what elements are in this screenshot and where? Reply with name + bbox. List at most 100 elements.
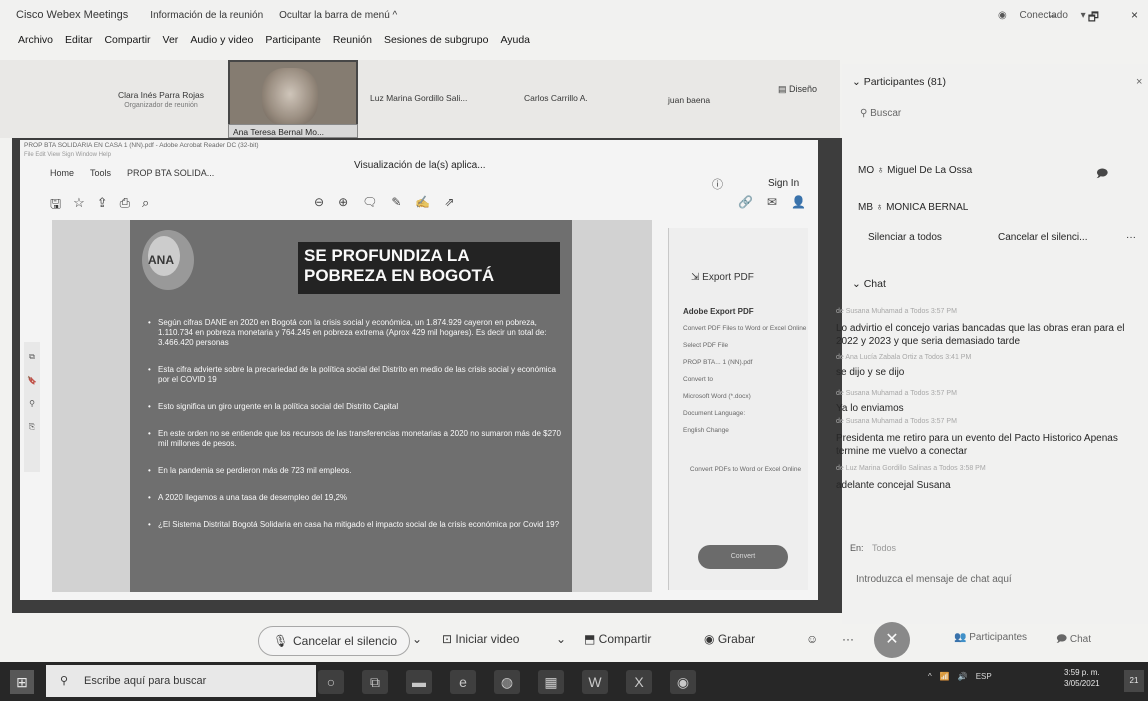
language-indicator[interactable]: ESP	[976, 672, 992, 681]
taskbar-clock[interactable]: 3:59 p. m. 3/05/2021	[1064, 667, 1100, 689]
hide-menu-button[interactable]: Ocultar la barra de menú ^	[279, 10, 397, 21]
share-button[interactable]: ⬒ Compartir	[584, 632, 651, 646]
record-label: Grabar	[717, 632, 756, 646]
store-icon[interactable]: ▦	[538, 670, 564, 694]
menu-sesiones[interactable]: Sesiones de subgrupo	[384, 34, 489, 54]
record-button[interactable]: ◉ Grabar	[704, 632, 755, 646]
slide-logo: ANA	[142, 230, 194, 290]
more-button[interactable]: ···	[842, 632, 854, 646]
word-icon[interactable]: W	[582, 670, 608, 694]
export-pdf-panel: ⇲ Export PDF Adobe Export PDF Convert PD…	[668, 228, 808, 590]
menu-compartir[interactable]: Compartir	[104, 34, 150, 54]
save-icon[interactable]: 🖫	[50, 195, 61, 217]
restore-button[interactable]: 🗗	[1088, 8, 1099, 29]
video-name-label: Ana Teresa Bernal Mo...	[228, 124, 358, 138]
participants-header[interactable]: ⌄ Participantes (81)	[852, 76, 946, 88]
participants-close-button[interactable]: ×	[1136, 76, 1142, 88]
recipient-label: En:	[850, 543, 864, 553]
chrome-icon[interactable]: ◍	[494, 670, 520, 694]
print-icon[interactable]: ⎙	[120, 195, 130, 217]
tab-home[interactable]: Home	[50, 168, 74, 178]
sign-icon[interactable]: ✍	[415, 195, 430, 209]
webex-icon[interactable]: ◉	[670, 670, 696, 694]
minimize-button[interactable]: –	[1049, 8, 1056, 29]
network-icon[interactable]: 📶	[940, 672, 950, 681]
participants-panel-button[interactable]: 👥 Participantes	[954, 632, 1027, 643]
menu-archivo[interactable]: Archivo	[18, 34, 53, 54]
chat-bubble-icon[interactable]: 🗩	[1096, 165, 1108, 184]
pen-icon[interactable]: ✎	[391, 195, 401, 209]
windows-start-icon[interactable]: ⊞	[10, 670, 34, 694]
leave-meeting-button[interactable]: ✕	[874, 622, 910, 658]
close-button[interactable]: ×	[1131, 8, 1138, 29]
participant-tile[interactable]: juan baena	[668, 95, 710, 105]
participant-tile-host[interactable]: Clara Inés Parra Rojas Organizador de re…	[118, 90, 204, 109]
edge-icon[interactable]: e	[450, 670, 476, 694]
chat-label: Chat	[1069, 634, 1092, 645]
acrobat-tabs: Home Tools PROP BTA SOLIDA...	[50, 168, 214, 178]
task-view-icon[interactable]: ⧉	[362, 670, 388, 694]
taskbar-search[interactable]: ⚲ Escribe aquí para buscar	[46, 665, 316, 697]
selected-file[interactable]: PROP BTA... 1 (NN).pdf	[683, 358, 808, 367]
add-user-icon[interactable]: 👤	[791, 195, 806, 209]
search-icon[interactable]: ⌕	[142, 195, 149, 217]
layout-label: Diseño	[789, 84, 818, 94]
upload-icon[interactable]: ⇪	[97, 195, 108, 217]
chat-header[interactable]: ⌄ Chat	[852, 278, 886, 290]
chat-recipient[interactable]: En: Todos	[850, 543, 896, 553]
tab-document[interactable]: PROP BTA SOLIDA...	[127, 168, 214, 178]
tray-expand-icon[interactable]: ^	[928, 672, 932, 681]
volume-icon[interactable]: 🔊	[958, 672, 968, 681]
unmute-button[interactable]: 🎙 Cancelar el silencio	[258, 626, 410, 656]
rail-icon[interactable]: ⚲	[24, 399, 40, 408]
chat-message: adelante concejal Susana	[836, 480, 951, 491]
language-change-link[interactable]: English Change	[683, 426, 808, 435]
format-select[interactable]: Microsoft Word (*.docx)	[683, 392, 808, 401]
menu-ver[interactable]: Ver	[163, 34, 179, 54]
star-icon[interactable]: ☆	[73, 195, 85, 217]
convert-button[interactable]: Convert	[698, 545, 788, 569]
layout-button[interactable]: ▤ Diseño	[778, 84, 817, 95]
participant-tile[interactable]: Luz Marina Gordillo Sali...	[370, 93, 467, 103]
export-pdf-header[interactable]: ⇲ Export PDF	[691, 272, 808, 283]
menu-reunion[interactable]: Reunión	[333, 34, 372, 54]
email-icon[interactable]: ✉	[767, 195, 777, 209]
participant-tile[interactable]: Carlos Carrillo A.	[524, 93, 588, 103]
chat-panel-button[interactable]: 🗩 Chat	[1056, 632, 1091, 649]
excel-icon[interactable]: X	[626, 670, 652, 694]
zoom-in-icon[interactable]: ⊕	[338, 195, 348, 209]
thumbnail-rail: ⧉ 🔖 ⚲ ⎘	[24, 342, 40, 472]
more-options-button[interactable]: ···	[1126, 232, 1136, 243]
menu-ayuda[interactable]: Ayuda	[500, 34, 530, 54]
mute-options-chevron-icon[interactable]: ⌄	[412, 632, 422, 646]
meeting-info-button[interactable]: Información de la reunión	[150, 10, 263, 21]
menu-audio-video[interactable]: Audio y video	[190, 34, 253, 54]
sign-in-link[interactable]: Sign In	[768, 178, 799, 189]
participant-search[interactable]: ⚲ Buscar	[860, 108, 1060, 119]
menu-participante[interactable]: Participante	[265, 34, 320, 54]
mute-all-button[interactable]: Silenciar a todos	[868, 232, 942, 243]
participant-row[interactable]: MB ♁ MONICA BERNAL	[858, 202, 968, 213]
file-explorer-icon[interactable]: ▬	[406, 670, 432, 694]
unmute-all-button[interactable]: Cancelar el silenci...	[998, 232, 1087, 243]
slide-bullet: ¿El Sistema Distrital Bogotá Solidaria e…	[148, 520, 568, 530]
participant-name: Miguel De La Ossa	[887, 165, 973, 176]
zoom-out-icon[interactable]: ⊖	[314, 195, 324, 209]
reactions-icon[interactable]: ☺	[806, 632, 818, 646]
notification-badge[interactable]: 21	[1124, 670, 1144, 692]
share-link-icon[interactable]: 🔗	[738, 195, 753, 209]
comment-icon[interactable]: 🗨	[362, 195, 377, 209]
rail-icon[interactable]: ⧉	[24, 352, 40, 362]
menu-editar[interactable]: Editar	[65, 34, 92, 54]
rail-icon[interactable]: ⎘	[24, 422, 40, 432]
share-icon[interactable]: ⇗	[444, 195, 454, 209]
tab-tools[interactable]: Tools	[90, 168, 111, 178]
slide-bullet: A 2020 llegamos a una tasa de desempleo …	[148, 493, 568, 503]
video-options-chevron-icon[interactable]: ⌄	[556, 632, 566, 646]
cortana-icon[interactable]: ○	[318, 670, 344, 694]
help-icon[interactable]: ⓘ	[712, 176, 723, 192]
start-video-button[interactable]: ⊡ Iniciar video	[442, 632, 519, 646]
rail-icon[interactable]: 🔖	[24, 376, 40, 385]
chat-input[interactable]: Introduzca el mensaje de chat aquí	[856, 574, 1126, 585]
participant-row[interactable]: MO ♁ Miguel De La Ossa	[858, 165, 972, 176]
